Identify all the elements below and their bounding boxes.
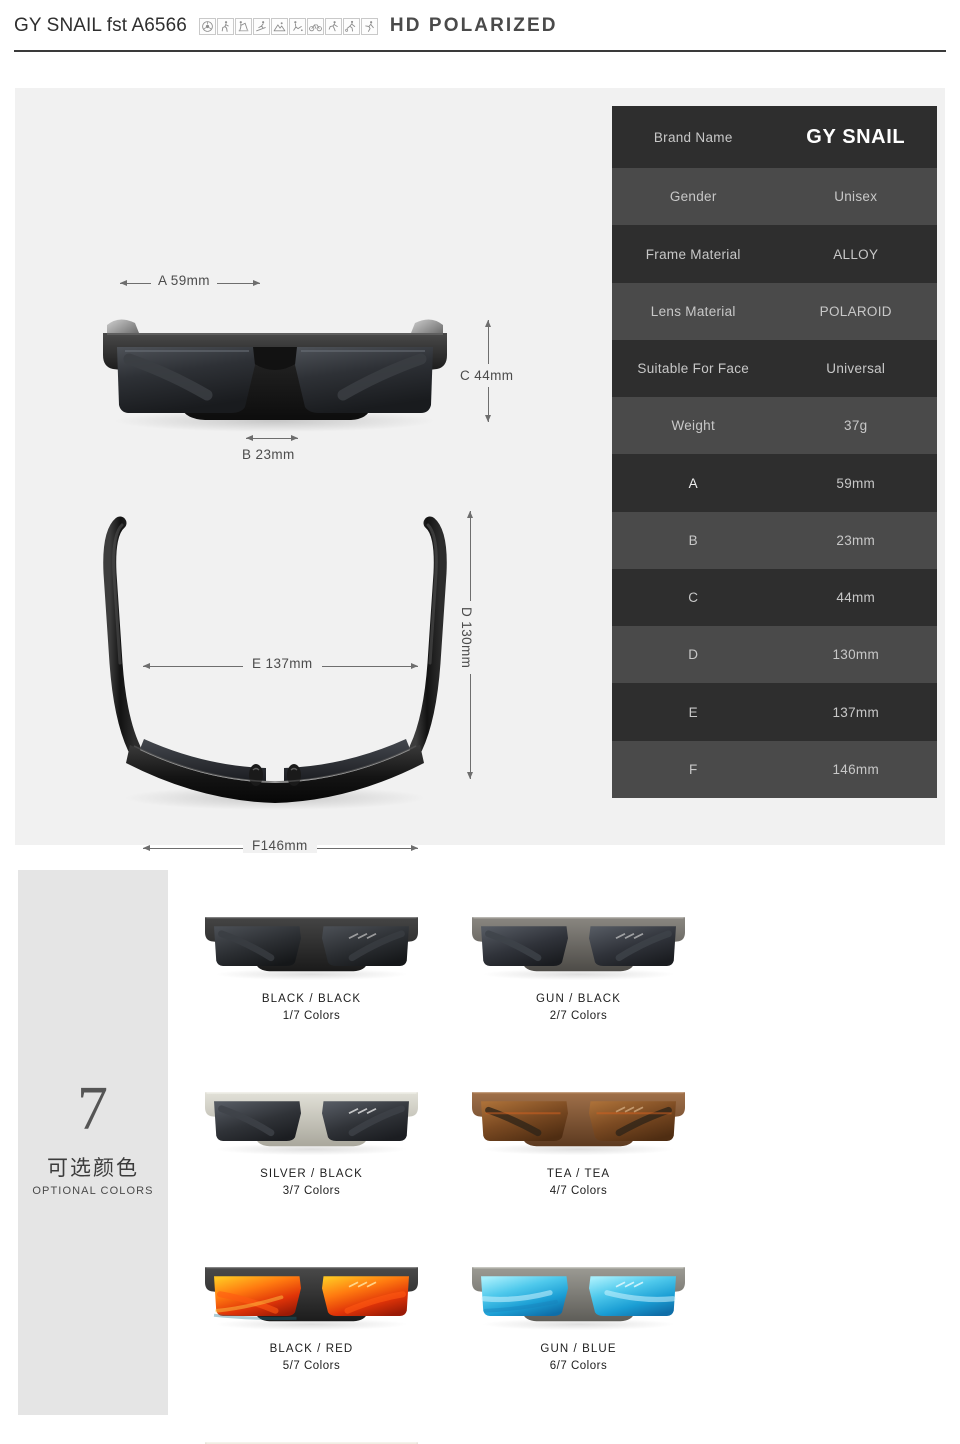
table-row: Suitable For Face Universal xyxy=(612,339,937,398)
dimension-label-e: E 137mm xyxy=(243,656,322,671)
table-row: Frame Material ALLOY xyxy=(612,225,937,283)
spec-key: Gender xyxy=(669,189,717,205)
color-name: GUN / BLACK xyxy=(536,993,621,1005)
sunglasses-thumbnail xyxy=(461,1065,696,1165)
spec-key: A xyxy=(688,475,698,491)
table-row: A 59mm xyxy=(612,454,937,512)
spec-value: GY SNAIL xyxy=(806,125,906,148)
color-index: 4/7 Colors xyxy=(549,1185,608,1197)
table-row: Lens Material POLAROID xyxy=(612,282,937,340)
color-swatch-7[interactable]: SILVER / SILVER 7/7 Colors xyxy=(178,1415,445,1444)
color-swatch-1[interactable]: BLACK / BLACK 1/7 Colors xyxy=(178,890,445,1065)
product-detail-page: GY SNAIL fst A6566 HD POLARIZED A 59mm B… xyxy=(0,0,960,1444)
color-swatch-grid: BLACK / BLACK 1/7 Colors GUN / BLACK 2/7… xyxy=(178,890,948,1444)
spec-value: 44mm xyxy=(836,590,876,606)
dimension-label-c: C 44mm xyxy=(460,364,514,387)
table-row: C 44mm xyxy=(612,568,937,627)
table-row: Brand Name GY SNAIL xyxy=(612,106,937,169)
spec-key: Frame Material xyxy=(645,246,741,262)
table-row: Gender Unisex xyxy=(612,168,937,226)
sport-icon-strip xyxy=(198,17,378,35)
spec-key: Suitable For Face xyxy=(637,361,750,377)
color-index: 5/7 Colors xyxy=(282,1360,341,1372)
color-count-sidebar: 7 可选颜色 OPTIONAL COLORS xyxy=(18,870,168,1415)
dimension-label-b: B 23mm xyxy=(242,447,295,462)
color-swatch-2[interactable]: GUN / BLACK 2/7 Colors xyxy=(445,890,712,1065)
page-header: GY SNAIL fst A6566 HD POLARIZED xyxy=(0,0,960,52)
page-title: GY SNAIL fst A6566 xyxy=(14,15,187,36)
spec-key: B xyxy=(688,532,698,548)
color-index: 2/7 Colors xyxy=(549,1010,608,1022)
spec-value: Unisex xyxy=(834,189,878,205)
color-options-section: 7 可选颜色 OPTIONAL COLORS BLACK / BLACK 1/7… xyxy=(0,862,960,1444)
color-swatch-4[interactable]: TEA / TEA 4/7 Colors xyxy=(445,1065,712,1240)
dimension-label-d: D 130mm xyxy=(459,601,474,675)
sunglasses-thumbnail xyxy=(461,890,696,990)
sunglasses-thumbnail xyxy=(194,1415,429,1444)
table-row: D 130mm xyxy=(612,626,937,684)
spec-value: 59mm xyxy=(836,475,876,491)
front-view-sunglasses-image xyxy=(85,303,465,433)
spec-key: Lens Material xyxy=(650,303,736,319)
color-name: BLACK / RED xyxy=(269,1343,354,1355)
cycling-icon xyxy=(306,17,324,35)
table-row: F 146mm xyxy=(612,740,937,798)
table-row: Weight 37g xyxy=(612,397,937,455)
driving-icon xyxy=(198,17,216,35)
spec-value: ALLOY xyxy=(833,246,879,262)
spec-key: C xyxy=(688,590,699,606)
spec-value: 146mm xyxy=(832,761,879,777)
spec-key: Brand Name xyxy=(653,129,733,145)
specification-panel: A 59mm B 23mm C 44mm D 130mm E 137mm F14… xyxy=(15,88,945,853)
color-swatch-3[interactable]: SILVER / BLACK 3/7 Colors xyxy=(178,1065,445,1240)
color-label-english: OPTIONAL COLORS xyxy=(32,1185,154,1197)
sunglasses-thumbnail xyxy=(194,890,429,990)
specification-table: Brand Name GY SNAIL Gender Unisex Frame … xyxy=(612,106,937,798)
soccer-icon xyxy=(342,17,360,35)
dimension-diagram-column: A 59mm B 23mm C 44mm D 130mm E 137mm F14… xyxy=(15,88,575,853)
spec-key: D xyxy=(688,647,699,663)
spec-value: POLAROID xyxy=(819,303,892,319)
hiking-icon xyxy=(216,17,234,35)
color-index: 1/7 Colors xyxy=(282,1010,341,1022)
table-row: E 137mm xyxy=(612,683,937,741)
spec-value: Universal xyxy=(826,361,886,377)
dimension-arrow-b xyxy=(246,435,298,441)
color-name: TEA / TEA xyxy=(546,1168,611,1180)
dimension-label-a: A 59mm xyxy=(151,273,217,288)
color-name: SILVER / BLACK xyxy=(260,1168,363,1180)
running-icon xyxy=(324,17,342,35)
spec-key: E xyxy=(688,704,698,720)
color-index: 3/7 Colors xyxy=(282,1185,341,1197)
spec-value: 37g xyxy=(844,418,868,434)
sunglasses-thumbnail xyxy=(461,1240,696,1340)
hd-polarized-tagline: HD POLARIZED xyxy=(389,15,558,36)
color-count-number: 7 xyxy=(77,1075,109,1143)
skating-icon xyxy=(360,17,378,35)
header-divider xyxy=(14,50,946,52)
color-name: BLACK / BLACK xyxy=(261,993,362,1005)
sunglasses-thumbnail xyxy=(194,1240,429,1340)
spec-key: F xyxy=(688,761,698,777)
spec-value: 137mm xyxy=(832,704,879,720)
sunglasses-thumbnail xyxy=(194,1065,429,1165)
spec-value: 23mm xyxy=(836,532,876,548)
spec-value: 130mm xyxy=(832,647,879,663)
spec-key: Weight xyxy=(671,418,716,434)
color-index: 6/7 Colors xyxy=(549,1360,608,1372)
table-row: B 23mm xyxy=(612,511,937,569)
climbing-icon xyxy=(270,17,288,35)
color-name: GUN / BLUE xyxy=(540,1343,617,1355)
fishing-icon xyxy=(234,17,252,35)
color-swatch-5[interactable]: BLACK / RED 5/7 Colors xyxy=(178,1240,445,1415)
golf-icon xyxy=(288,17,306,35)
skiing-icon xyxy=(252,17,270,35)
color-swatch-6[interactable]: GUN / BLUE 6/7 Colors xyxy=(445,1240,712,1415)
dimension-label-f: F146mm xyxy=(243,838,317,853)
color-label-chinese: 可选颜色 xyxy=(47,1156,139,1180)
